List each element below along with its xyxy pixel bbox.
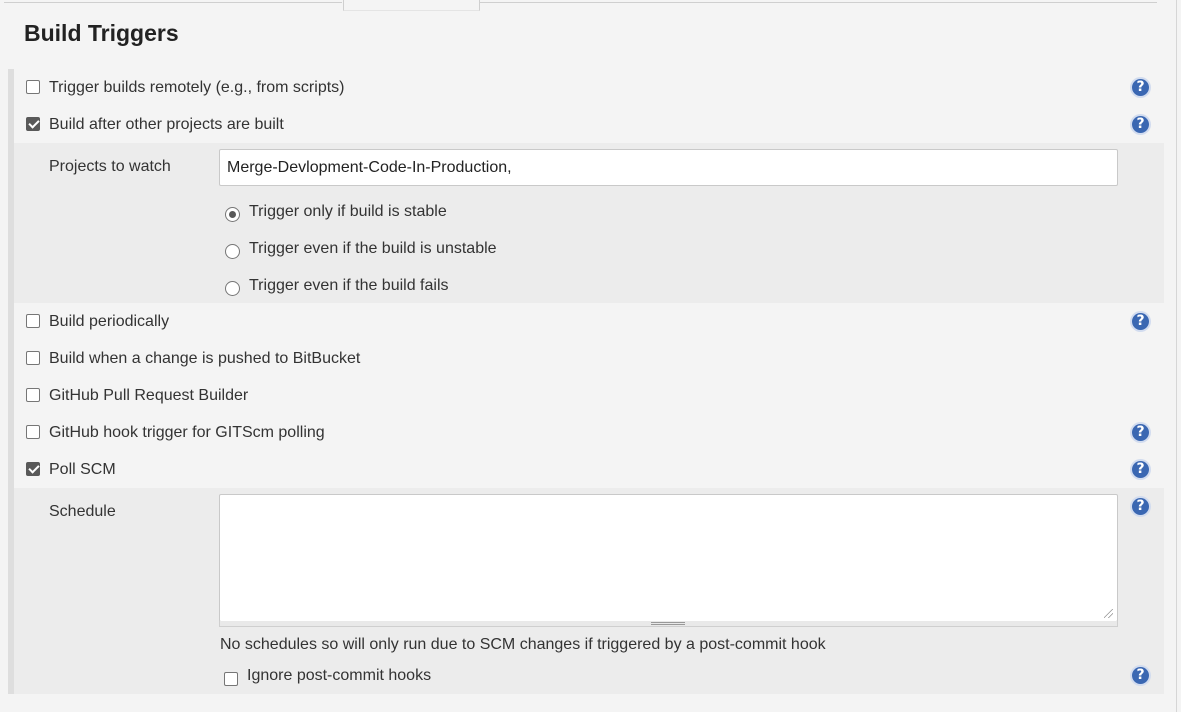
build-after-other-options: Projects to watch Trigger only if build … [14,143,1164,303]
top-tab-strip [0,0,1181,11]
bitbucket-trigger-checkbox[interactable] [26,351,40,365]
ignore-post-commit-label[interactable]: Ignore post-commit hooks [247,667,431,685]
poll-scm-row: Poll SCM ? [14,451,1164,488]
ignore-post-commit-checkbox[interactable] [224,672,238,686]
build-after-other-row: Build after other projects are built ? [14,106,1164,143]
bitbucket-trigger-row: Build when a change is pushed to BitBuck… [14,340,1164,377]
github-pr-builder-checkbox[interactable] [26,388,40,402]
panel-right-border [1176,0,1177,712]
trigger-stable-radio[interactable] [225,207,240,222]
textarea-drag-handle[interactable] [219,621,1118,627]
trigger-unstable-label[interactable]: Trigger even if the build is unstable [249,240,497,258]
trigger-remote-row: Trigger builds remotely (e.g., from scri… [14,69,1164,106]
trigger-fails-label[interactable]: Trigger even if the build fails [249,277,449,295]
github-hook-trigger-row: GitHub hook trigger for GITScm polling ? [14,414,1164,451]
help-icon[interactable]: ? [1130,114,1151,135]
poll-scm-options: Schedule ? No schedules so will only run… [14,488,1164,694]
section-title: Build Triggers [24,20,179,46]
trigger-remote-checkbox[interactable] [26,80,40,94]
drag-grip-icon [651,622,685,625]
github-hook-trigger-label[interactable]: GitHub hook trigger for GITScm polling [49,424,325,442]
build-periodically-row: Build periodically ? [14,303,1164,340]
help-icon[interactable]: ? [1130,665,1151,686]
schedule-textarea[interactable] [219,494,1118,622]
trigger-stable-label[interactable]: Trigger only if build is stable [249,203,447,221]
help-icon[interactable]: ? [1130,422,1151,443]
help-icon[interactable]: ? [1130,496,1151,517]
build-periodically-checkbox[interactable] [26,314,40,328]
help-icon[interactable]: ? [1130,311,1151,332]
build-after-other-checkbox[interactable] [26,117,40,131]
poll-scm-label[interactable]: Poll SCM [49,461,116,479]
trigger-remote-label[interactable]: Trigger builds remotely (e.g., from scri… [49,79,344,97]
build-after-other-label[interactable]: Build after other projects are built [49,116,284,134]
help-icon[interactable]: ? [1130,77,1151,98]
help-icon[interactable]: ? [1130,459,1151,480]
github-pr-builder-row: GitHub Pull Request Builder [14,377,1164,414]
schedule-label: Schedule [49,503,116,520]
projects-to-watch-label: Projects to watch [49,158,171,175]
bitbucket-trigger-label[interactable]: Build when a change is pushed to BitBuck… [49,350,360,368]
active-tab[interactable] [343,0,480,11]
github-pr-builder-label[interactable]: GitHub Pull Request Builder [49,387,248,405]
poll-scm-checkbox[interactable] [26,462,40,476]
tab-strip-border-left [4,2,342,3]
github-hook-trigger-checkbox[interactable] [26,425,40,439]
trigger-unstable-radio[interactable] [225,244,240,259]
projects-to-watch-input[interactable] [219,149,1118,186]
tab-strip-border-right [479,2,1157,3]
build-periodically-label[interactable]: Build periodically [49,313,169,331]
trigger-fails-radio[interactable] [225,281,240,296]
textarea-resize-grip-icon[interactable] [1104,609,1113,618]
schedule-note: No schedules so will only run due to SCM… [220,636,826,653]
